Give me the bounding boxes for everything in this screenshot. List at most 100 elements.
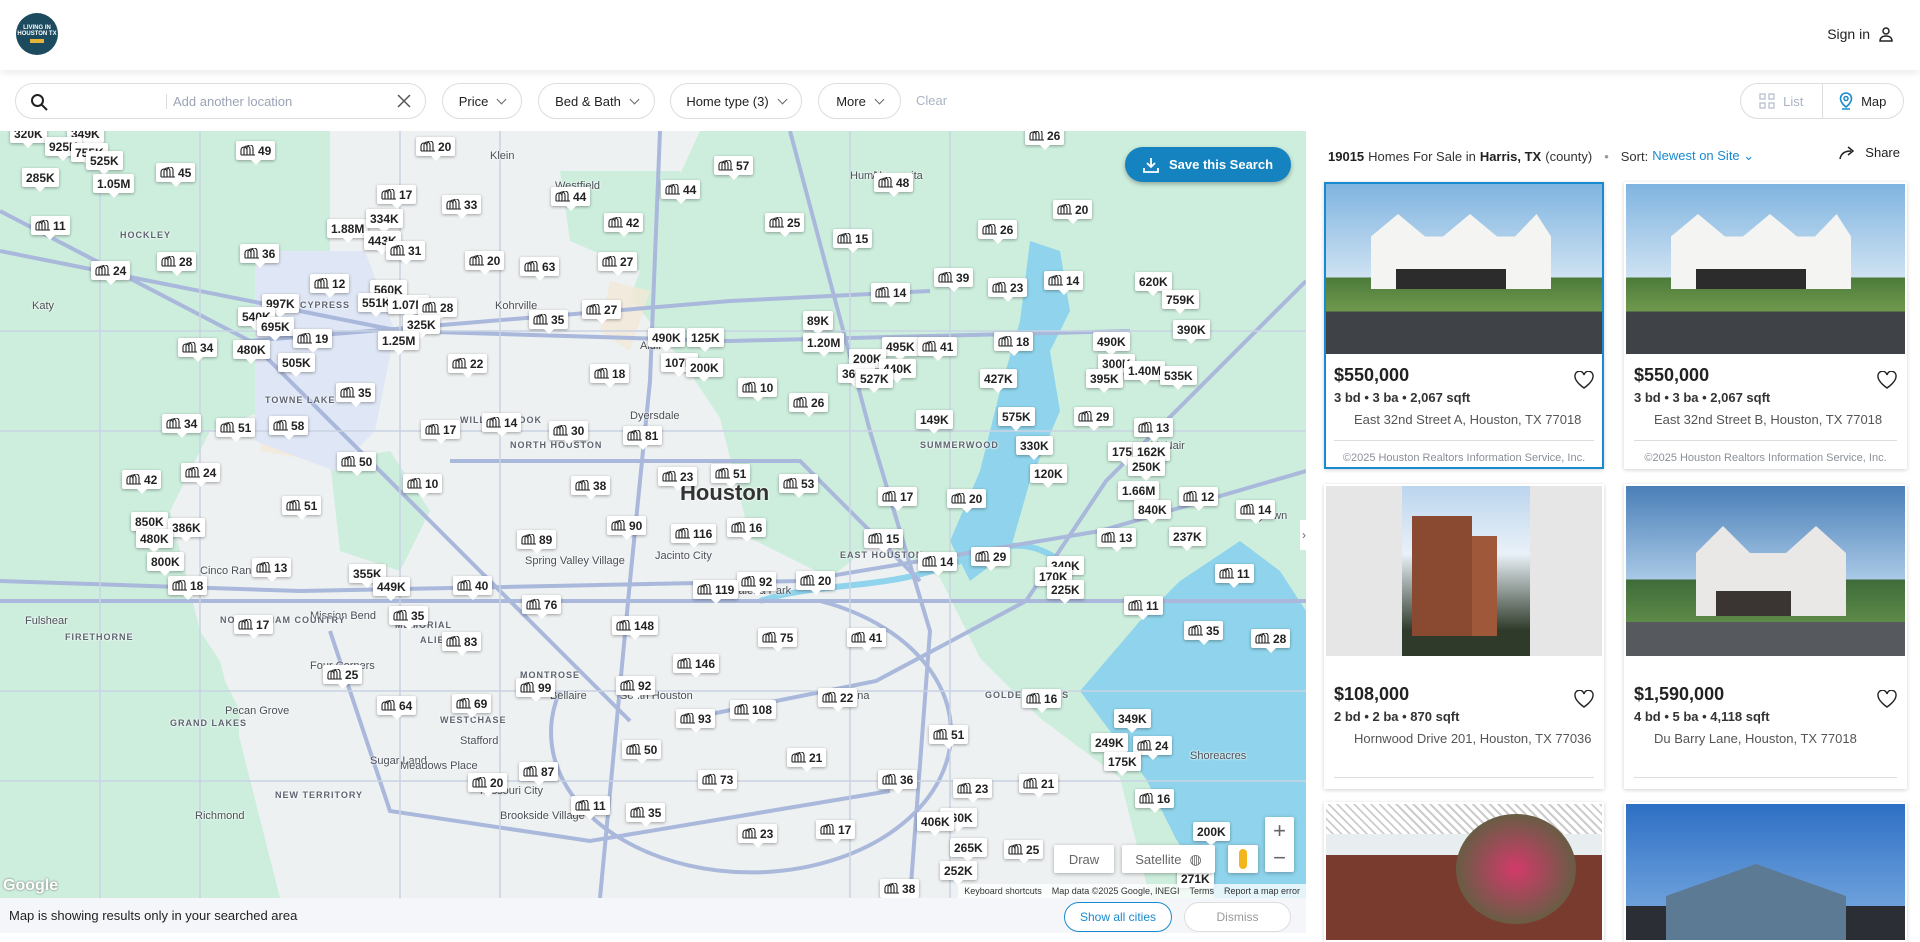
map-cluster-marker[interactable]: 36 [240, 244, 280, 268]
map-price-marker[interactable]: 505K [278, 353, 315, 377]
map-cluster-marker[interactable]: 51 [282, 496, 322, 520]
map-cluster-marker[interactable]: 48 [874, 173, 914, 197]
price-filter[interactable]: Price [442, 83, 522, 119]
map-price-marker[interactable]: 120K [1030, 464, 1067, 488]
dismiss-button[interactable]: Dismiss [1184, 902, 1291, 932]
map-cluster-marker[interactable]: 34 [178, 338, 218, 362]
map-cluster-marker[interactable]: 23 [953, 779, 993, 803]
map-cluster-marker[interactable]: 89 [517, 530, 557, 554]
map-price-marker[interactable]: 175K [1104, 752, 1141, 776]
map-cluster-marker[interactable]: 27 [598, 252, 638, 276]
map-cluster-marker[interactable]: 21 [787, 748, 827, 772]
map-cluster-marker[interactable]: 14 [871, 283, 911, 307]
listing-card[interactable] [1324, 802, 1604, 942]
map-cluster-marker[interactable]: 119 [693, 580, 739, 604]
map-cluster-marker[interactable]: 26 [978, 220, 1018, 244]
map-cluster-marker[interactable]: 18 [994, 332, 1034, 356]
site-logo[interactable]: LIVING IN HOUSTON TX [16, 13, 58, 55]
map-cluster-marker[interactable]: 53 [779, 474, 819, 498]
listing-card[interactable]: $550,000 3 bd • 3 ba • 2,067 sqft East 3… [1624, 182, 1907, 469]
map-cluster-marker[interactable]: 93 [676, 709, 716, 733]
bed-bath-filter[interactable]: Bed & Bath [538, 83, 655, 119]
map-cluster-marker[interactable]: 42 [604, 213, 644, 237]
listing-address[interactable]: East 32nd Street A, Houston, TX 77018 [1334, 410, 1594, 429]
map-price-marker[interactable]: 535K [1160, 366, 1197, 390]
map-cluster-marker[interactable]: 108 [730, 700, 777, 724]
map-cluster-marker[interactable]: 11 [1124, 596, 1163, 620]
listing-address[interactable]: Du Barry Lane, Houston, TX 77018 [1634, 729, 1897, 748]
map-price-marker[interactable]: 620K [1135, 272, 1172, 296]
search-input[interactable]: Add another location [166, 94, 292, 109]
map-cluster-marker[interactable]: 21 [1019, 774, 1059, 798]
map-cluster-marker[interactable]: 31 [386, 241, 426, 265]
map-cluster-marker[interactable]: 76 [522, 595, 562, 619]
map-cluster-marker[interactable]: 20 [1053, 200, 1093, 224]
map-cluster-marker[interactable]: 28 [1251, 629, 1291, 653]
map-price-marker[interactable]: 200K [1193, 822, 1230, 846]
map-cluster-marker[interactable]: 44 [551, 187, 591, 211]
map-price-marker[interactable]: 285K [22, 168, 59, 192]
sign-in-button[interactable]: Sign in [1827, 26, 1894, 42]
map-cluster-marker[interactable]: 36 [878, 770, 918, 794]
map-cluster-marker[interactable]: 25 [1004, 840, 1044, 864]
map-cluster-marker[interactable]: 44 [661, 180, 701, 204]
map-cluster-marker[interactable]: 51 [711, 464, 751, 488]
map-cluster-marker[interactable]: 20 [465, 251, 505, 275]
map-cluster-marker[interactable]: 13 [252, 558, 292, 582]
map-price-marker[interactable]: 237K [1169, 527, 1206, 551]
map-price-marker[interactable]: 1.25M [378, 331, 420, 355]
listing-card[interactable]: $550,000 3 bd • 3 ba • 2,067 sqft East 3… [1324, 182, 1604, 469]
zoom-out-button[interactable]: − [1273, 845, 1286, 872]
map-price-marker[interactable]: 334K [366, 209, 403, 233]
map-cluster-marker[interactable]: 17 [421, 420, 461, 444]
list-view-button[interactable]: List [1741, 84, 1823, 118]
map-area[interactable]: HoustonSpringHumbleAtascocitaKleinKohrvi… [0, 131, 1306, 898]
map-cluster-marker[interactable]: 15 [864, 529, 904, 553]
map-cluster-marker[interactable]: 13 [1097, 528, 1137, 552]
home-type-filter[interactable]: Home type (3) [670, 83, 802, 119]
map-cluster-marker[interactable]: 64 [377, 696, 417, 720]
map-cluster-marker[interactable]: 40 [453, 576, 493, 600]
map-price-marker[interactable]: 125K [687, 328, 724, 352]
map-cluster-marker[interactable]: 35 [529, 310, 569, 334]
map-price-marker[interactable]: 252K [940, 861, 977, 885]
map-view-button[interactable]: Map [1823, 84, 1904, 118]
map-price-marker[interactable]: 406K [917, 812, 954, 836]
map-price-marker[interactable]: 320K [10, 131, 47, 148]
map-cluster-marker[interactable]: 17 [377, 185, 417, 209]
favorite-heart-icon[interactable] [1574, 690, 1594, 708]
street-view-pegman[interactable] [1228, 845, 1258, 873]
map-price-marker[interactable]: 200K [686, 358, 723, 382]
map-cluster-marker[interactable]: 81 [623, 426, 663, 450]
map-cluster-marker[interactable]: 11 [1215, 564, 1254, 588]
keyboard-shortcuts-link[interactable]: Keyboard shortcuts [964, 886, 1042, 896]
map-cluster-marker[interactable]: 25 [765, 213, 805, 237]
listing-address[interactable]: Hornwood Drive 201, Houston, TX 77036 [1334, 729, 1594, 748]
map-cluster-marker[interactable]: 22 [448, 354, 488, 378]
share-button[interactable]: Share [1839, 145, 1900, 160]
location-search[interactable]: Add another location [15, 83, 426, 119]
map-price-marker[interactable]: 527K [856, 369, 893, 393]
map-cluster-marker[interactable]: 69 [452, 694, 492, 718]
map-cluster-marker[interactable]: 20 [796, 571, 836, 595]
map-cluster-marker[interactable]: 57 [714, 156, 754, 180]
map-cluster-marker[interactable]: 146 [673, 654, 720, 678]
map-price-marker[interactable]: 695K [257, 317, 294, 341]
map-cluster-marker[interactable]: 26 [1025, 131, 1065, 150]
map-price-marker[interactable]: 1.88M [327, 219, 369, 243]
favorite-heart-icon[interactable] [1877, 371, 1897, 389]
map-cluster-marker[interactable]: 50 [622, 740, 662, 764]
map-cluster-marker[interactable]: 20 [416, 137, 456, 161]
save-search-button[interactable]: Save this Search [1125, 147, 1291, 182]
map-price-marker[interactable]: 149K [916, 410, 953, 434]
map-cluster-marker[interactable]: 75 [758, 628, 798, 652]
map-price-marker[interactable]: 480K [136, 529, 173, 553]
map-cluster-marker[interactable]: 63 [520, 257, 560, 281]
map-price-marker[interactable]: 759K [1162, 290, 1199, 314]
map-cluster-marker[interactable]: 41 [918, 337, 958, 361]
map-cluster-marker[interactable]: 92 [616, 676, 656, 700]
map-cluster-marker[interactable]: 23 [658, 467, 698, 491]
map-cluster-marker[interactable]: 25 [323, 665, 363, 689]
map-cluster-marker[interactable]: 28 [157, 252, 197, 276]
map-cluster-marker[interactable]: 18 [590, 364, 630, 388]
